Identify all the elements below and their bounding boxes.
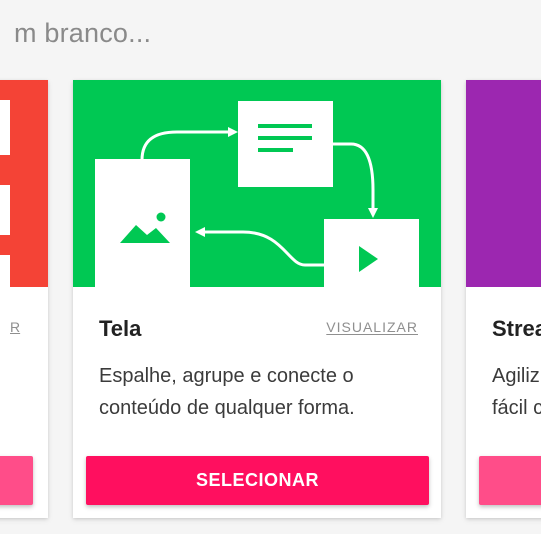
template-preview-tela <box>73 80 441 287</box>
arrow-head-icon <box>368 208 378 218</box>
sun-icon <box>156 212 166 222</box>
text-line-icon <box>258 148 293 152</box>
canvas-illustration <box>95 101 419 287</box>
template-card-right[interactable]: Strea Agiliz fácil c <box>466 80 541 518</box>
select-button-left[interactable] <box>0 456 33 505</box>
template-preview-red <box>0 80 48 287</box>
preview-link[interactable]: VISUALIZAR <box>326 319 418 335</box>
image-document-shape <box>95 159 190 287</box>
preview-link-left[interactable]: R <box>10 319 20 335</box>
text-line-icon <box>258 136 312 140</box>
blank-template-label: m branco... <box>14 18 152 48</box>
template-preview-purple <box>466 80 541 287</box>
select-button[interactable]: SELECIONAR <box>86 456 429 505</box>
text-line-icon <box>258 124 312 128</box>
arrow-down-right <box>333 142 375 208</box>
template-title: Tela <box>99 316 142 341</box>
template-title-right: Strea <box>492 316 541 341</box>
template-card-tela[interactable]: Tela VISUALIZAR Espalhe, agrupe e conect… <box>73 80 441 518</box>
text-document-shape <box>238 101 333 187</box>
arrow-left-return <box>205 230 324 267</box>
template-description: Espalhe, agrupe e conecte o conteúdo de … <box>99 365 355 419</box>
arrow-head-icon <box>228 127 238 137</box>
description-line-1: Agiliz <box>492 365 540 387</box>
template-card-left[interactable]: R <box>0 80 48 518</box>
template-chooser: m branco... R Tela VISUALIZAR Espalhe, a… <box>0 0 541 534</box>
arrow-up-right <box>140 130 228 161</box>
select-button-right[interactable] <box>479 456 541 505</box>
arrow-head-icon <box>195 227 205 237</box>
video-document-shape <box>324 219 419 287</box>
description-line-2: fácil c <box>492 397 541 419</box>
template-description-right: Agiliz fácil c <box>492 360 541 424</box>
